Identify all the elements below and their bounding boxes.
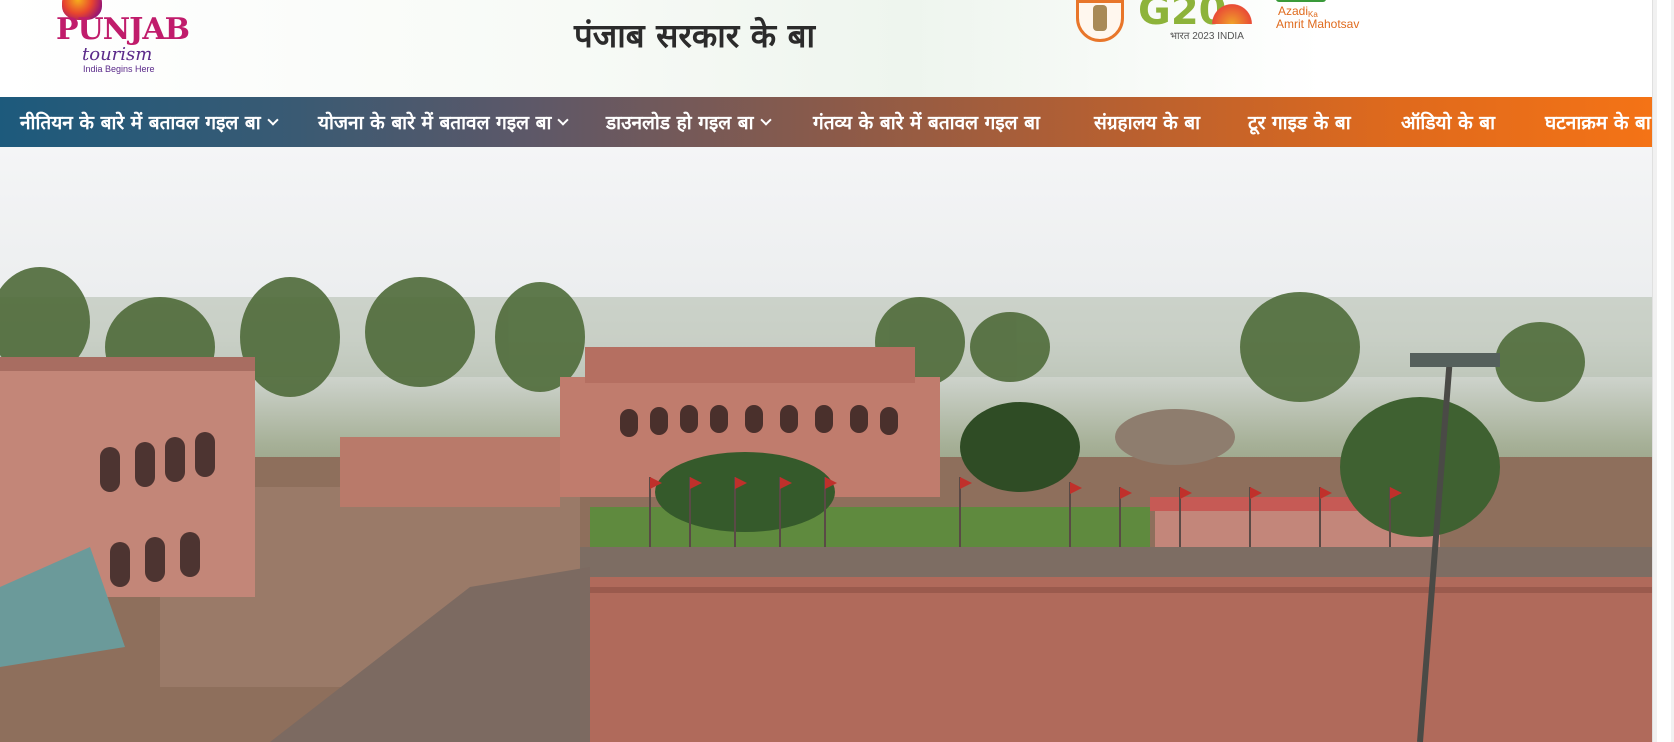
- page: PUNJAB tourism India Begins Here पंजाब स…: [0, 0, 1674, 742]
- nav-item-label: योजना के बारे में बतावल गइल बा: [318, 112, 552, 134]
- scrollbar-thumb[interactable]: [1657, 0, 1671, 742]
- site-header: PUNJAB tourism India Begins Here पंजाब स…: [0, 0, 1652, 97]
- nav-item-label: ऑडियो के बा: [1401, 112, 1496, 134]
- hero-banner: [0, 147, 1652, 742]
- nav-item-label: टूर गाइड के बा: [1248, 112, 1351, 134]
- nav-item-label: डाउनलोड हो गइल बा: [606, 112, 754, 134]
- vertical-scrollbar[interactable]: [1652, 0, 1674, 742]
- nav-item-events[interactable]: घटनाक्रम के बा: [1545, 97, 1651, 147]
- logo-tagline: India Begins Here: [83, 64, 155, 74]
- nav-item-downloads[interactable]: डाउनलोड हो गइल बा: [606, 97, 772, 147]
- nav-item-destinations[interactable]: गंतव्य के बारे में बतावल गइल बा: [813, 97, 1040, 147]
- nav-item-label: घटनाक्रम के बा: [1545, 112, 1651, 134]
- lotus-icon: [1210, 0, 1254, 24]
- nav-item-museums[interactable]: संग्रहालय के बा: [1094, 97, 1200, 147]
- page-title: पंजाब सरकार के बा: [574, 16, 816, 55]
- lion-capital-icon: [1093, 5, 1107, 31]
- g20-subtext: भारत 2023 INDIA: [1170, 31, 1244, 42]
- azadi-ka-amrit-mahotsav-logo: Azadi Ka Amrit Mahotsav: [1276, 0, 1366, 34]
- flag-stripe-icon: [1276, 0, 1326, 2]
- nav-item-tour-guides[interactable]: टूर गाइड के बा: [1248, 97, 1351, 147]
- chevron-down-icon: [267, 113, 279, 126]
- nav-item-label: गंतव्य के बारे में बतावल गइल बा: [813, 112, 1040, 134]
- main-nav: नीतियन के बारे में बतावल गइल बा योजना के…: [0, 97, 1652, 147]
- logo-wordmark: PUNJAB: [56, 12, 190, 47]
- g20-logo: G20 भारत 2023 INDIA: [1138, 0, 1264, 44]
- chevron-down-icon: [557, 113, 570, 126]
- amrit-mahotsav-text: Amrit Mahotsav: [1276, 17, 1360, 31]
- state-emblem-icon: [1076, 0, 1124, 42]
- nav-item-label: नीतियन के बारे में बतावल गइल बा: [20, 112, 261, 134]
- nav-item-label: संग्रहालय के बा: [1094, 112, 1201, 134]
- logo-subtitle: tourism: [82, 44, 153, 65]
- nav-item-policies[interactable]: नीतियन के बारे में बतावल गइल बा: [20, 97, 279, 147]
- punjab-tourism-logo[interactable]: PUNJAB tourism India Begins Here: [56, 0, 206, 80]
- nav-item-schemes[interactable]: योजना के बारे में बतावल गइल बा: [318, 97, 570, 147]
- chevron-down-icon: [759, 113, 772, 126]
- fort-aerial-view-image: [0, 267, 1652, 742]
- azadi-text: Azadi: [1278, 4, 1309, 18]
- nav-item-audio[interactable]: ऑडियो के बा: [1401, 97, 1495, 147]
